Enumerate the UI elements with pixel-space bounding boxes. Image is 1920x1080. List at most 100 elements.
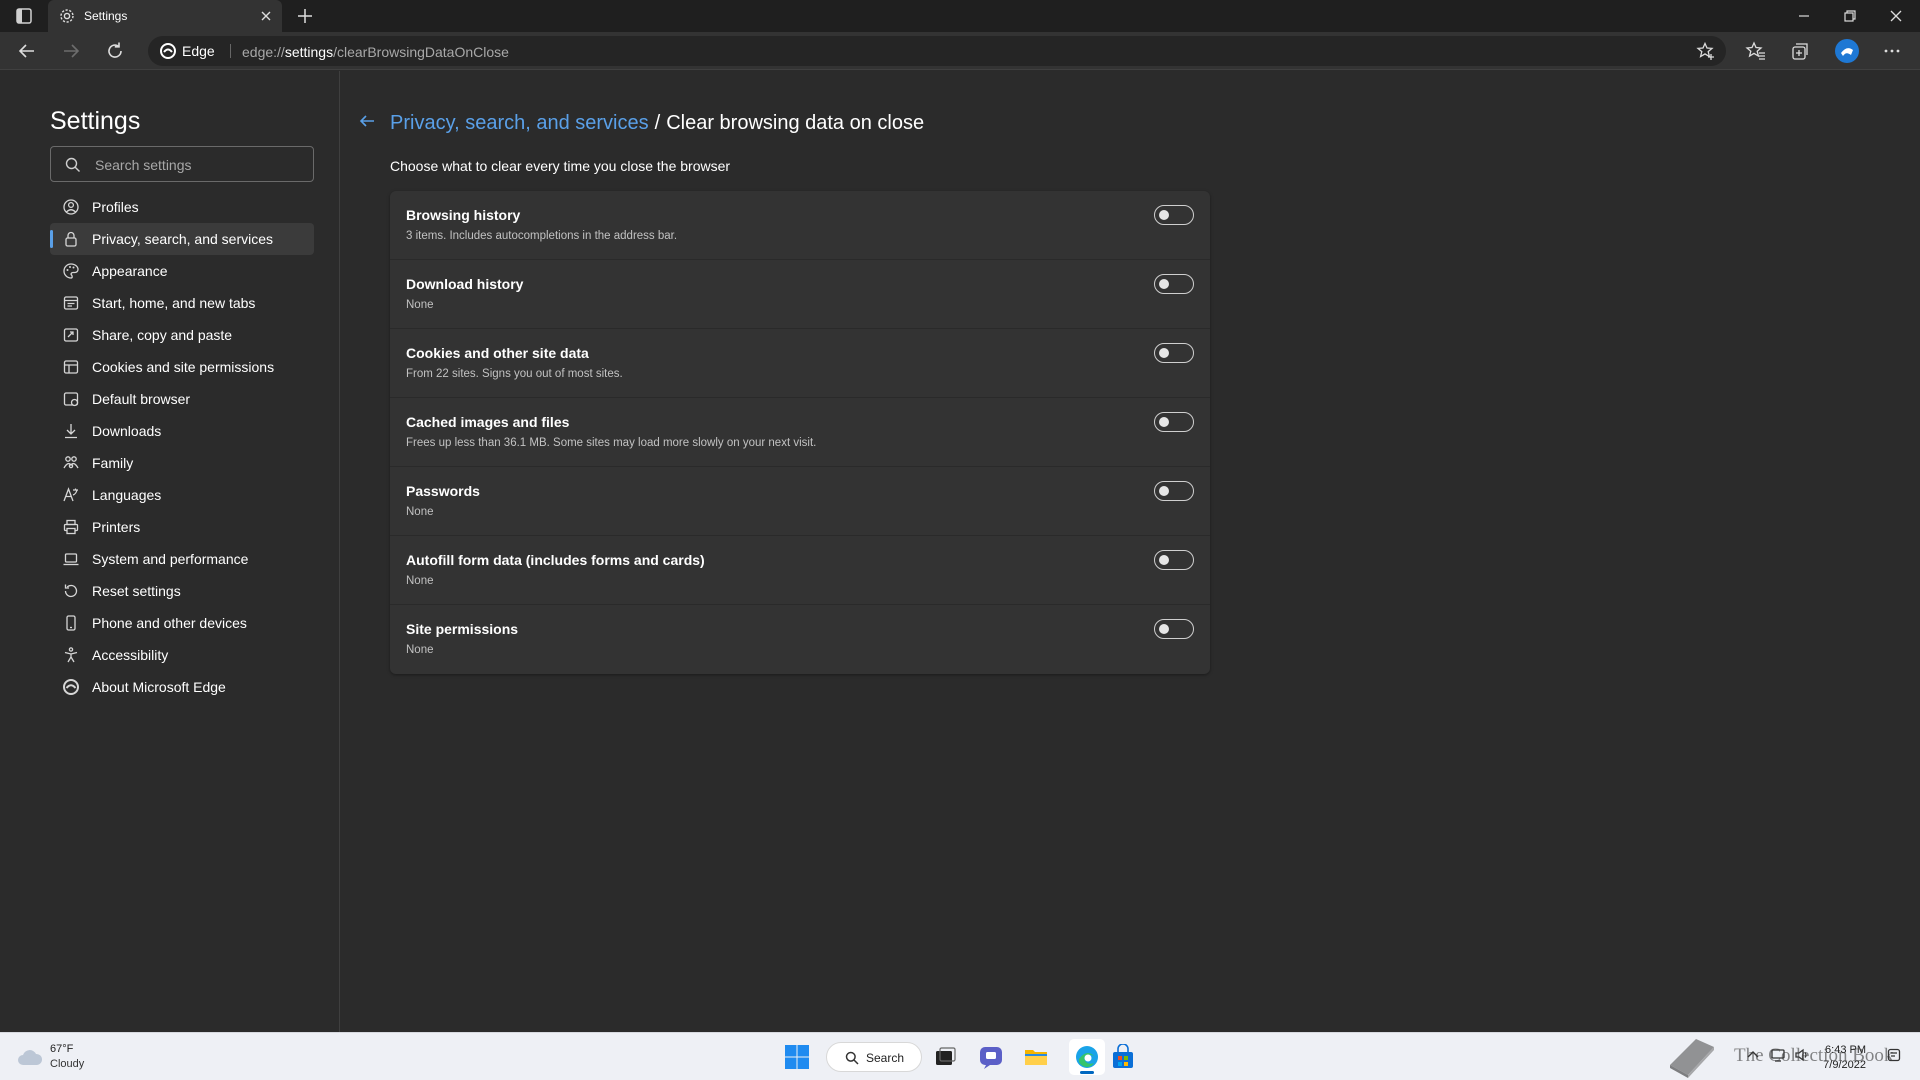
weather-condition: Cloudy	[50, 1058, 85, 1070]
sidebar-item-languages[interactable]: Languages	[50, 479, 314, 511]
taskbar-search-label: Search	[866, 1051, 905, 1065]
search-settings-input[interactable]	[95, 155, 295, 175]
option-subtitle: From 22 sites. Signs you out of most sit…	[406, 368, 623, 380]
sidebar-item-share-copy[interactable]: Share, copy and paste	[50, 319, 314, 351]
breadcrumb: Privacy, search, and services / Clear brow…	[390, 112, 924, 135]
book-icon	[1670, 1039, 1714, 1078]
option-download-history: Download history None	[390, 260, 1210, 329]
tab-actions-icon[interactable]	[14, 6, 34, 26]
option-subtitle: None	[406, 575, 434, 587]
sidebar-item-reset[interactable]: Reset settings	[50, 575, 314, 607]
palette-icon	[63, 263, 79, 279]
toggle-knob	[1159, 279, 1169, 289]
language-icon	[63, 487, 78, 502]
search-settings-box[interactable]	[50, 146, 314, 182]
download-history-toggle[interactable]	[1154, 274, 1194, 294]
toggle-knob	[1159, 417, 1169, 427]
teams-chat-icon[interactable]	[978, 1044, 1004, 1070]
edge-logo-icon	[63, 679, 79, 695]
sidebar-item-about[interactable]: About Microsoft Edge	[50, 671, 314, 703]
file-explorer-icon[interactable]	[1023, 1044, 1049, 1070]
breadcrumb-separator: /	[654, 112, 661, 134]
option-cookies: Cookies and other site data From 22 site…	[390, 329, 1210, 398]
notifications-icon[interactable]	[1886, 1047, 1902, 1063]
reset-icon	[64, 584, 78, 598]
new-tab-icon[interactable]	[295, 6, 315, 26]
option-subtitle: Frees up less than 36.1 MB. Some sites m…	[406, 437, 817, 449]
watermark-overlay: The Collection Book	[1666, 1033, 1920, 1080]
sidebar-item-label: Appearance	[92, 263, 168, 279]
add-favorite-icon[interactable]	[1696, 41, 1716, 61]
show-hidden-icons-chevron-icon[interactable]	[1745, 1047, 1761, 1063]
site-identity[interactable]: Edge	[160, 42, 215, 60]
restore-icon[interactable]	[1840, 6, 1860, 26]
toggle-knob	[1159, 348, 1169, 358]
phone-icon	[66, 615, 76, 631]
option-title: Site permissions	[406, 621, 519, 637]
microsoft-store-icon[interactable]	[1110, 1044, 1136, 1070]
cached-images-toggle[interactable]	[1154, 412, 1194, 432]
passwords-toggle[interactable]	[1154, 481, 1194, 501]
page-description: Choose what to clear every time you clos…	[390, 158, 731, 174]
laptop-icon	[63, 553, 79, 566]
sidebar-item-label: Share, copy and paste	[92, 327, 233, 343]
sidebar-item-accessibility[interactable]: Accessibility	[50, 639, 314, 671]
sidebar-item-cookies[interactable]: Cookies and site permissions	[50, 351, 314, 383]
sidebar-item-phone[interactable]: Phone and other devices	[50, 607, 314, 639]
profile-avatar-icon[interactable]	[1834, 38, 1860, 64]
task-view-icon[interactable]	[932, 1044, 958, 1070]
edge-logo-icon	[1076, 1046, 1098, 1068]
cookies-toggle[interactable]	[1154, 343, 1194, 363]
settings-content: Privacy, search, and services / Clear brow…	[341, 71, 1920, 1032]
taskbar-search-button[interactable]: Search	[826, 1042, 922, 1072]
edge-logo-icon	[160, 43, 176, 59]
volume-icon[interactable]	[1794, 1047, 1810, 1063]
option-title: Passwords	[406, 483, 480, 499]
gear-icon	[58, 7, 76, 25]
sidebar-item-default-browser[interactable]: Default browser	[50, 383, 314, 415]
autofill-toggle[interactable]	[1154, 550, 1194, 570]
sidebar-item-downloads[interactable]: Downloads	[50, 415, 314, 447]
collections-icon[interactable]	[1789, 40, 1811, 62]
refresh-icon[interactable]	[104, 40, 126, 62]
sidebar-item-family[interactable]: Family	[50, 447, 314, 479]
sidebar-item-label: Start, home, and new tabs	[92, 295, 256, 311]
taskbar-edge-button[interactable]	[1069, 1039, 1105, 1075]
sidebar-item-label: Phone and other devices	[92, 615, 247, 631]
cloud-icon	[18, 1050, 43, 1065]
breadcrumb-parent-link[interactable]: Privacy, search, and services	[390, 112, 649, 134]
favorites-icon[interactable]	[1745, 40, 1767, 62]
option-title: Browsing history	[406, 207, 521, 223]
system-clock[interactable]: 6:43 PM 7/9/2022	[1823, 1043, 1866, 1073]
sidebar-item-profiles[interactable]: Profiles	[50, 191, 314, 223]
tab-title: Settings	[84, 9, 128, 23]
close-tab-icon[interactable]	[258, 8, 274, 24]
close-window-icon[interactable]	[1886, 6, 1906, 26]
title-bar: Settings	[0, 0, 1920, 32]
toggle-knob	[1159, 486, 1169, 496]
sidebar-item-system[interactable]: System and performance	[50, 543, 314, 575]
sidebar-item-label: Printers	[92, 519, 141, 535]
tab-settings[interactable]: Settings	[48, 0, 282, 32]
browser-toolbar: Edge edge://settings/clearBrowsingDataOn…	[0, 32, 1920, 70]
profile-icon	[63, 199, 79, 215]
option-browsing-history: Browsing history 3 items. Includes autoc…	[390, 191, 1210, 260]
browsing-history-toggle[interactable]	[1154, 205, 1194, 225]
weather-temperature: 67°F	[50, 1043, 74, 1055]
back-icon[interactable]	[16, 40, 38, 62]
option-site-permissions: Site permissions None	[390, 605, 1210, 674]
forward-icon[interactable]	[60, 40, 82, 62]
start-windows-icon[interactable]	[784, 1044, 810, 1070]
back-arrow-icon[interactable]	[357, 111, 377, 131]
minimize-icon[interactable]	[1794, 6, 1814, 26]
address-bar[interactable]: Edge edge://settings/clearBrowsingDataOn…	[148, 36, 1726, 66]
more-options-icon[interactable]	[1881, 40, 1903, 62]
sidebar-item-start-home[interactable]: Start, home, and new tabs	[50, 287, 314, 319]
sidebar-item-privacy[interactable]: Privacy, search, and services	[50, 223, 314, 255]
site-permissions-toggle[interactable]	[1154, 619, 1194, 639]
network-icon[interactable]	[1770, 1047, 1786, 1063]
sidebar-item-label: Default browser	[92, 391, 191, 407]
sidebar-item-appearance[interactable]: Appearance	[50, 255, 314, 287]
clock-date: 7/9/2022	[1823, 1059, 1866, 1071]
sidebar-item-printers[interactable]: Printers	[50, 511, 314, 543]
